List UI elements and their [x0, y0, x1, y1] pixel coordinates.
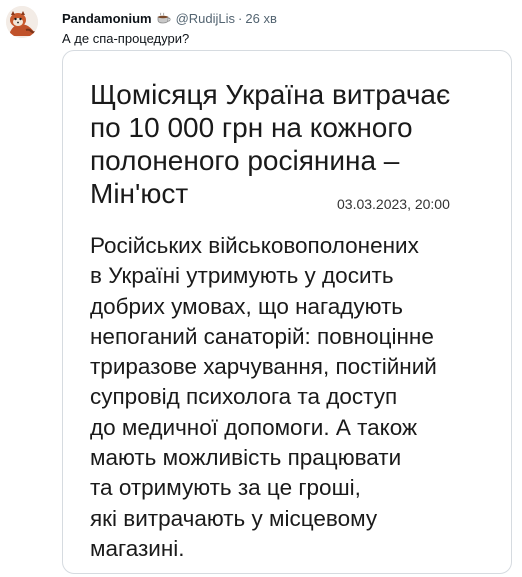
body-line: які витрачають у місцевому — [90, 505, 378, 531]
headline-line: по 10 000 грн на кожного — [90, 112, 413, 143]
tweet-text: А де спа-процедури? — [62, 31, 190, 46]
headline-line: полоненого росіянина – — [90, 145, 400, 176]
body-line: та отримують за це гроші, — [90, 475, 361, 501]
body-line: мають можливість працювати — [90, 445, 402, 471]
red-panda-avatar-icon — [6, 6, 38, 38]
attached-image-card[interactable]: Щомісяця Україна витрачає по 10 000 грн … — [62, 50, 512, 574]
article-date: 03.03.2023, 20:00 — [337, 196, 450, 212]
body-line: добрих умовах, що нагадують — [90, 293, 404, 319]
coffee-cup-icon — [157, 12, 171, 24]
body-line: Російських військовополонених — [90, 233, 419, 258]
tweet: Pandamonium @RudijLis · 26 хв А де спа-п… — [0, 0, 522, 577]
tweet-timestamp[interactable]: 26 хв — [245, 11, 276, 26]
avatar[interactable] — [6, 6, 38, 38]
body-line: магазині. — [90, 535, 185, 561]
headline-line: Щомісяця Україна витрачає — [90, 79, 451, 110]
header-separator: · — [238, 10, 243, 26]
body-line: непоганий санаторій: повноцінне — [90, 323, 434, 349]
body-line: супровід психолога та доступ — [90, 384, 398, 410]
article-headline: Щомісяця Україна витрачає по 10 000 грн … — [90, 78, 495, 210]
tweet-header: Pandamonium @RudijLis · 26 хв — [62, 8, 277, 28]
body-line: до медичної допомоги. А також — [90, 414, 418, 440]
display-name[interactable]: Pandamonium — [62, 11, 152, 26]
body-line: в Україні утримують у досить — [90, 263, 394, 289]
body-line: триразове харчування, постійний — [90, 354, 437, 380]
article-body: Російських військовополонених в Україні … — [90, 231, 500, 564]
user-handle[interactable]: @RudijLis — [176, 11, 235, 26]
